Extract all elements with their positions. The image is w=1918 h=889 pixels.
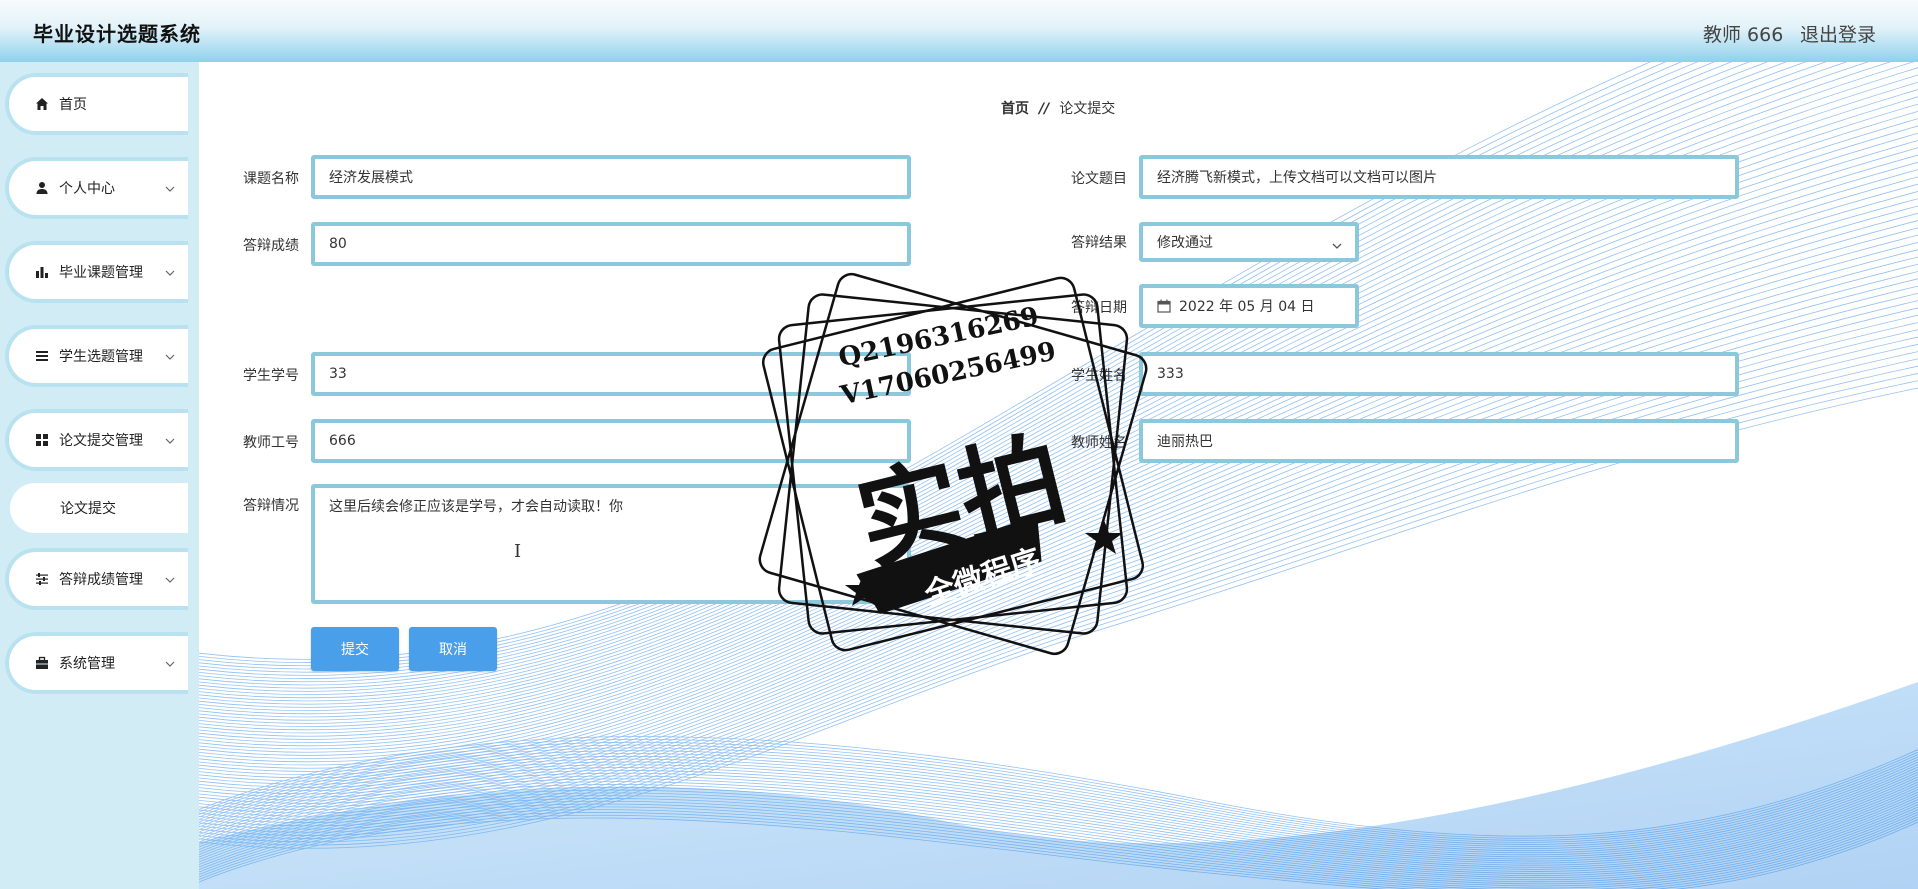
defense-score-label: 答辩成绩 — [243, 238, 299, 254]
briefcase-icon — [36, 656, 48, 669]
chevron-down-icon — [1332, 243, 1342, 249]
teacher-name-input[interactable]: 迪丽热巴 — [1139, 419, 1739, 463]
defense-result-select[interactable]: 修改通过 — [1139, 222, 1359, 262]
sidebar-item-system[interactable]: 系统管理 — [5, 632, 188, 694]
user-icon — [36, 182, 48, 194]
defense-result-value: 修改通过 — [1157, 235, 1213, 251]
submit-button[interactable]: 提交 — [311, 627, 399, 671]
grid-icon — [36, 434, 48, 446]
breadcrumb-home[interactable]: 首页 — [1001, 101, 1029, 117]
defense-date-picker[interactable]: 2022 年 05 月 04 日 — [1139, 284, 1359, 328]
topic-name-input[interactable]: 经济发展模式 — [311, 155, 911, 199]
paper-title-input[interactable]: 经济腾飞新模式，上传文档可以文档可以图片 — [1139, 155, 1739, 199]
sidebar-item-thesis[interactable]: 论文提交管理 — [5, 409, 188, 471]
sliders-icon — [36, 573, 48, 585]
home-icon — [36, 98, 48, 110]
sidebar-item-label: 答辩成绩管理 — [59, 572, 143, 588]
chevron-down-icon — [165, 577, 175, 583]
sidebar-item-label: 首页 — [59, 97, 87, 113]
teacher-id-label: 教师工号 — [243, 435, 299, 451]
sidebar-item-label: 个人中心 — [59, 181, 115, 197]
sidebar-item-label: 学生选题管理 — [59, 349, 143, 365]
student-name-input[interactable]: 333 — [1139, 352, 1739, 396]
sidebar-item-topics[interactable]: 毕业课题管理 — [5, 241, 188, 303]
chevron-down-icon — [165, 354, 175, 360]
paper-title-label: 论文题目 — [1071, 171, 1127, 187]
calendar-icon — [1157, 299, 1171, 313]
text-cursor-icon: I — [514, 541, 522, 562]
sidebar-item-selection[interactable]: 学生选题管理 — [5, 325, 188, 387]
cancel-button[interactable]: 取消 — [409, 627, 497, 671]
topic-name-label: 课题名称 — [243, 171, 299, 187]
breadcrumb: 首页 // 论文提交 — [1001, 98, 1115, 118]
chevron-down-icon — [165, 186, 175, 192]
sidebar-item-label: 毕业课题管理 — [59, 265, 143, 281]
chevron-down-icon — [165, 270, 175, 276]
breadcrumb-current: 论文提交 — [1059, 101, 1116, 117]
logout-link[interactable]: 退出登录 — [1800, 20, 1876, 47]
sidebar-item-label: 系统管理 — [59, 656, 115, 672]
defense-date-value: 2022 年 05 月 04 日 — [1179, 299, 1315, 315]
breadcrumb-separator: // — [1039, 101, 1050, 117]
bar-chart-icon — [36, 267, 48, 278]
sidebar: 首页 个人中心 毕业课题管理 学生选题管理 论文提交管理 论文提交 答辩成绩管理… — [0, 62, 199, 889]
sidebar-item-home[interactable]: 首页 — [5, 73, 188, 135]
student-id-label: 学生学号 — [243, 368, 299, 384]
chevron-down-icon — [165, 438, 175, 444]
sidebar-item-personal[interactable]: 个人中心 — [5, 157, 188, 219]
defense-notes-label: 答辩情况 — [243, 498, 299, 514]
current-user-label: 教师 666 — [1703, 24, 1784, 46]
app-title: 毕业设计选题系统 — [33, 22, 201, 46]
list-icon — [36, 351, 48, 361]
watermark-stamp: Q2196316269 V17060256499 实拍 全微程序 — [748, 254, 1158, 674]
defense-result-label: 答辩结果 — [1071, 235, 1127, 251]
sidebar-subitem-thesis-submit[interactable]: 论文提交 — [10, 483, 188, 533]
sidebar-item-scores[interactable]: 答辩成绩管理 — [5, 548, 188, 610]
sidebar-item-label: 论文提交管理 — [59, 433, 143, 449]
top-header: 毕业设计选题系统 教师 666 退出登录 — [0, 0, 1918, 62]
chevron-down-icon — [165, 661, 175, 667]
